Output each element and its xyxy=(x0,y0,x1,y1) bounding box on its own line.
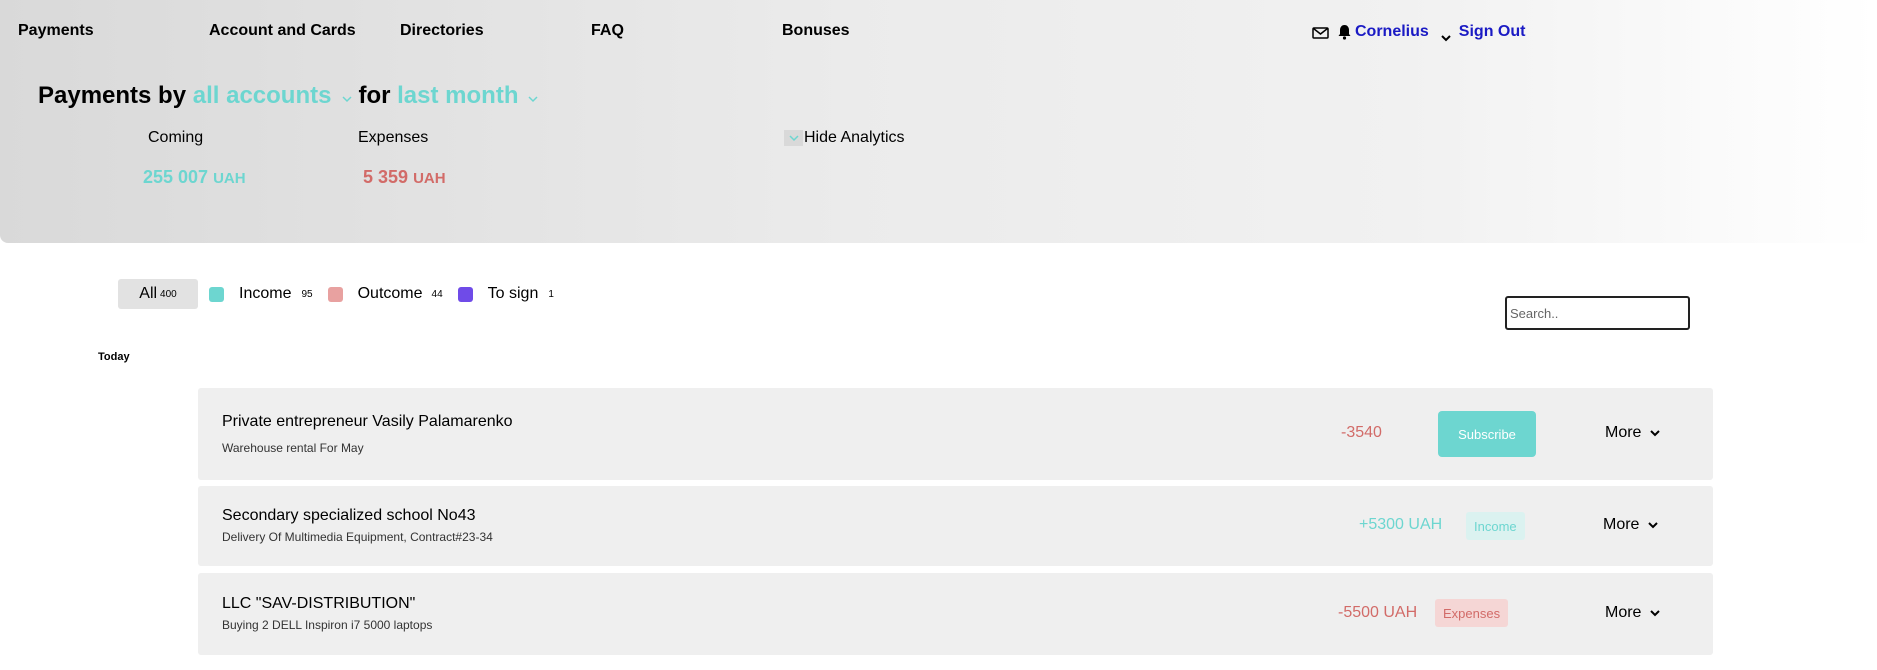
more-label: More xyxy=(1603,516,1640,533)
search-input[interactable] xyxy=(1505,296,1690,330)
outcome-color-dot xyxy=(327,286,343,302)
nav-bonuses[interactable]: Bonuses xyxy=(782,22,850,40)
income-badge: Income xyxy=(1466,512,1525,540)
header: Payments Account and Cards Directories F… xyxy=(0,0,1877,243)
filter-income[interactable]: Income 95 xyxy=(209,285,313,303)
mail-icon[interactable] xyxy=(1312,26,1329,39)
hide-analytics-toggle[interactable]: Hide Analytics xyxy=(784,129,905,147)
filter-outcome[interactable]: Outcome 44 xyxy=(327,285,443,303)
filter-all-count: 400 xyxy=(160,288,177,300)
bell-icon[interactable] xyxy=(1337,24,1352,40)
to-sign-color-dot xyxy=(457,286,473,302)
chevron-down-icon[interactable] xyxy=(342,82,352,103)
filter-income-count: 95 xyxy=(301,288,313,300)
payment-amount: -3540 xyxy=(1341,424,1382,441)
payment-row[interactable]: Secondary specialized school No43 Delive… xyxy=(198,486,1713,566)
chevron-down-icon xyxy=(1648,521,1659,528)
chevron-down-icon xyxy=(1650,429,1661,436)
expenses-amount: 5 359 xyxy=(363,167,409,187)
payment-description: Delivery Of Multimedia Equipment, Contra… xyxy=(222,530,493,544)
filter-outcome-label: Outcome xyxy=(357,285,423,302)
chevron-down-icon[interactable] xyxy=(1441,29,1451,41)
expenses-unit: UAH xyxy=(413,170,446,187)
chevron-down-icon xyxy=(784,130,803,146)
coming-amount: 255 007 xyxy=(143,167,209,187)
group-label-today: Today xyxy=(98,351,130,363)
more-label: More xyxy=(1605,604,1642,621)
coming-unit: UAH xyxy=(213,170,246,187)
filter-to-sign-label: To sign xyxy=(487,285,539,302)
payment-title: LLC "SAV-DISTRIBUTION" xyxy=(222,595,416,612)
payment-title: Private entrepreneur Vasily Palamarenko xyxy=(222,413,513,430)
more-dropdown[interactable]: More xyxy=(1605,424,1661,442)
title-middle: for xyxy=(358,82,391,109)
period-dropdown[interactable]: last month xyxy=(397,82,518,110)
filter-outcome-count: 44 xyxy=(431,288,443,300)
more-dropdown[interactable]: More xyxy=(1605,604,1661,622)
subscribe-button[interactable]: Subscribe xyxy=(1438,411,1536,457)
user-name[interactable]: Cornelius xyxy=(1355,23,1429,41)
more-dropdown[interactable]: More xyxy=(1603,516,1659,534)
payment-row[interactable]: Private entrepreneur Vasily Palamarenko … xyxy=(198,388,1713,480)
filter-income-label: Income xyxy=(239,285,292,302)
expenses-value: 5 359 UAH xyxy=(363,167,446,188)
chevron-down-icon[interactable] xyxy=(528,82,539,103)
title-prefix: Payments by xyxy=(38,82,187,109)
filter-to-sign-count: 1 xyxy=(548,288,554,300)
filter-to-sign[interactable]: To sign 1 xyxy=(457,285,554,303)
filter-all[interactable]: All 400 xyxy=(118,279,198,309)
payment-row[interactable]: LLC "SAV-DISTRIBUTION" Buying 2 DELL Ins… xyxy=(198,573,1713,655)
income-color-dot xyxy=(209,286,224,302)
filter-all-label: All xyxy=(139,285,158,302)
page-title: Payments by all accounts for last month xyxy=(38,82,539,110)
payment-description: Buying 2 DELL Inspiron i7 5000 laptops xyxy=(222,618,433,632)
payment-amount: -5500 UAH xyxy=(1338,604,1418,621)
nav-payments[interactable]: Payments xyxy=(18,22,94,40)
coming-value: 255 007 UAH xyxy=(143,167,246,188)
expenses-label: Expenses xyxy=(358,129,429,146)
sign-out-link[interactable]: Sign Out xyxy=(1459,23,1526,41)
more-label: More xyxy=(1605,424,1642,441)
coming-label: Coming xyxy=(148,129,204,146)
nav-account-and-cards[interactable]: Account and Cards xyxy=(209,22,356,40)
payment-description: Warehouse rental For May xyxy=(222,441,364,455)
chevron-down-icon xyxy=(1650,609,1661,616)
payment-amount: +5300 UAH xyxy=(1359,516,1443,533)
accounts-dropdown[interactable]: all accounts xyxy=(193,82,332,110)
nav-directories[interactable]: Directories xyxy=(400,22,484,40)
user-area: Cornelius Sign Out xyxy=(1312,21,1525,43)
hide-analytics-label: Hide Analytics xyxy=(804,129,905,146)
expenses-badge: Expenses xyxy=(1435,599,1509,627)
filter-bar: All 400 Income 95 Outcome 44 To sign 1 xyxy=(118,279,554,309)
payment-title: Secondary specialized school No43 xyxy=(222,507,476,524)
nav-faq[interactable]: FAQ xyxy=(591,22,624,40)
